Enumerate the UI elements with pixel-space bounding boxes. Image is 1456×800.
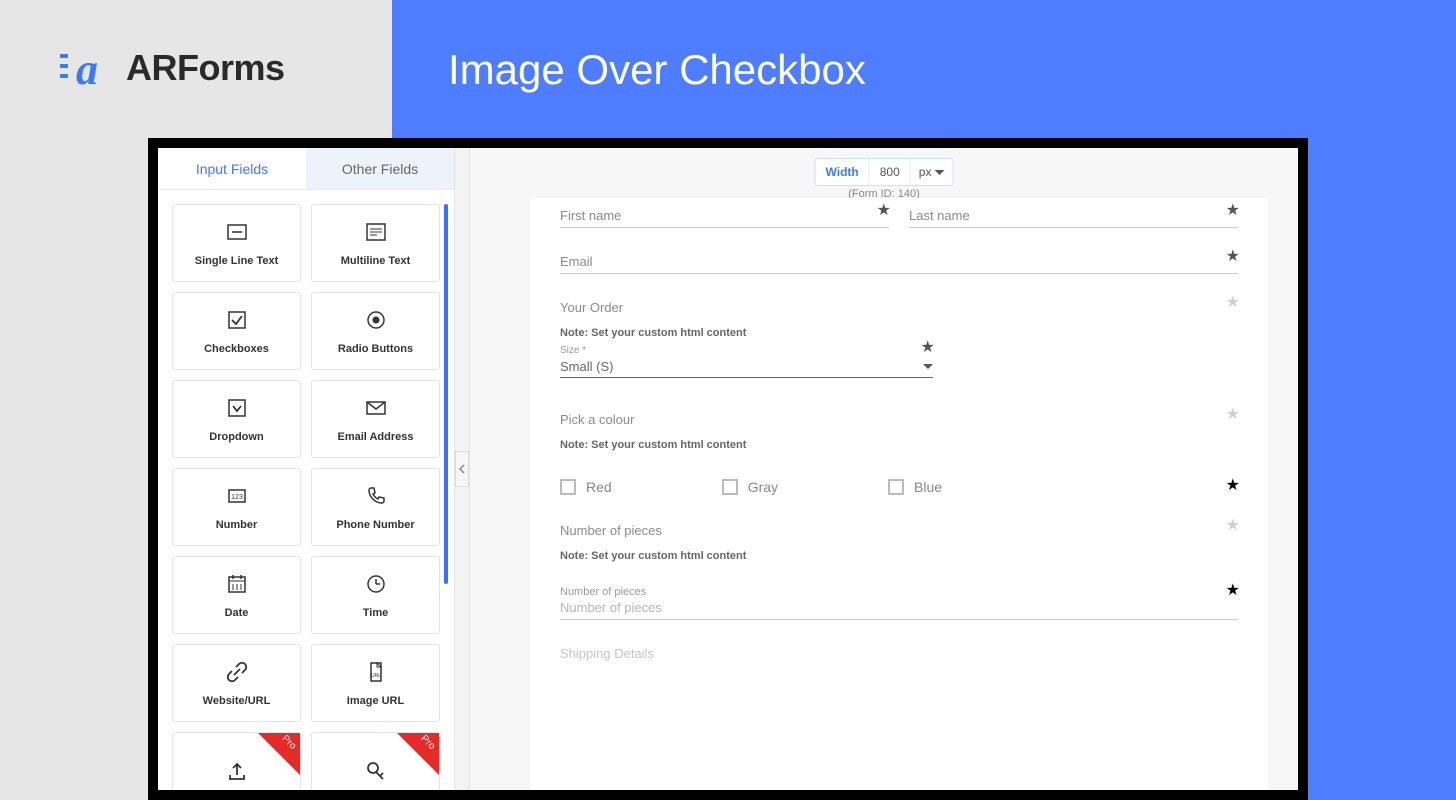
checkbox-blue[interactable]: Blue	[888, 479, 942, 495]
field-type-label: Single Line Text	[195, 255, 279, 267]
svg-text:123: 123	[231, 494, 243, 501]
pick-colour-heading[interactable]: Pick a colour ★	[560, 412, 1238, 427]
html-note: Note: Set your custom html content	[560, 550, 1238, 562]
upload-icon	[224, 758, 250, 784]
app-window: Input Fields Other Fields Single Line Te…	[148, 138, 1308, 800]
chevron-down-icon	[923, 364, 933, 369]
pro-badge	[397, 733, 439, 775]
form-preview: First name ★ Last name ★ Email ★ Your Or…	[530, 198, 1268, 790]
width-unit-select[interactable]: px	[911, 165, 953, 179]
radio-icon	[363, 307, 389, 333]
your-order-heading[interactable]: Your Order ★	[560, 300, 1238, 315]
tab-input-fields[interactable]: Input Fields	[158, 148, 306, 189]
shipping-heading[interactable]: Shipping Details	[560, 646, 1238, 661]
field-type-password[interactable]	[311, 732, 440, 790]
required-star: ★	[877, 200, 891, 220]
sidebar-tabs: Input Fields Other Fields	[158, 148, 454, 190]
singleline-icon	[224, 219, 250, 245]
field-type-number[interactable]: 123 Number	[172, 468, 301, 546]
field-type-checkbox[interactable]: Checkboxes	[172, 292, 301, 370]
date-icon	[224, 571, 250, 597]
required-star: ★	[1226, 404, 1240, 424]
phone-icon	[363, 483, 389, 509]
width-control[interactable]: Width 800 px	[815, 158, 954, 186]
url-icon	[224, 659, 250, 685]
password-icon	[363, 758, 389, 784]
checkbox-icon	[560, 479, 576, 495]
field-type-label: Radio Buttons	[338, 343, 413, 355]
field-type-imageurl[interactable]: URL Image URL	[311, 644, 440, 722]
field-type-singleline[interactable]: Single Line Text	[172, 204, 301, 282]
field-type-label: Date	[225, 607, 249, 619]
field-type-date[interactable]: Date	[172, 556, 301, 634]
field-type-phone[interactable]: Phone Number	[311, 468, 440, 546]
colour-checkbox-group: Red Gray Blue	[560, 479, 1238, 495]
html-note: Note: Set your custom html content	[560, 439, 1238, 451]
field-type-email[interactable]: Email Address	[311, 380, 440, 458]
number-pieces-field[interactable]: Number of pieces Number of pieces ★	[560, 586, 1238, 620]
width-value[interactable]: 800	[870, 159, 911, 185]
svg-text:URL: URL	[370, 673, 380, 679]
required-star: ★	[1226, 292, 1240, 312]
width-label: Width	[816, 159, 870, 185]
checkbox-red[interactable]: Red	[560, 479, 612, 495]
first-name-field[interactable]: First name ★	[560, 208, 889, 228]
required-star: ★	[921, 337, 935, 357]
pro-badge	[258, 733, 300, 775]
page-title: Image Over Checkbox	[448, 46, 866, 94]
logo-icon: a	[58, 40, 114, 96]
time-icon	[363, 571, 389, 597]
field-type-url[interactable]: Website/URL	[172, 644, 301, 722]
field-type-label: Phone Number	[336, 519, 414, 531]
field-type-upload[interactable]	[172, 732, 301, 790]
form-canvas: Width 800 px (Form ID: 140) First name ★…	[470, 148, 1298, 790]
field-sidebar: Input Fields Other Fields Single Line Te…	[158, 148, 454, 790]
imageurl-icon: URL	[363, 659, 389, 685]
checkbox-icon	[722, 479, 738, 495]
collapse-sidebar-button[interactable]	[454, 148, 470, 790]
email-icon	[363, 395, 389, 421]
field-type-label: Checkboxes	[204, 343, 269, 355]
last-name-field[interactable]: Last name ★	[909, 208, 1238, 228]
field-type-label: Time	[363, 607, 388, 619]
checkbox-gray[interactable]: Gray	[722, 479, 778, 495]
brand-logo: a ARForms	[58, 40, 285, 96]
dropdown-icon	[224, 395, 250, 421]
required-star: ★	[1226, 580, 1240, 600]
tab-other-fields[interactable]: Other Fields	[306, 148, 454, 189]
number-icon: 123	[224, 483, 250, 509]
field-type-label: Image URL	[347, 695, 404, 707]
field-type-label: Number	[216, 519, 258, 531]
chevron-down-icon	[934, 170, 944, 175]
field-type-label: Multiline Text	[341, 255, 410, 267]
email-field[interactable]: Email ★	[560, 254, 1238, 274]
field-type-dropdown[interactable]: Dropdown	[172, 380, 301, 458]
checkbox-icon	[888, 479, 904, 495]
field-type-radio[interactable]: Radio Buttons	[311, 292, 440, 370]
field-type-time[interactable]: Time	[311, 556, 440, 634]
size-dropdown[interactable]: Size * Small (S) ★	[560, 345, 933, 378]
chevron-left-icon	[455, 451, 469, 487]
field-type-label: Website/URL	[203, 695, 271, 707]
field-list[interactable]: Single Line Text Multiline Text Checkboxes…	[158, 190, 454, 790]
field-type-multiline[interactable]: Multiline Text	[311, 204, 440, 282]
required-star: ★	[1226, 515, 1240, 535]
svg-text:a: a	[76, 45, 98, 94]
field-type-label: Dropdown	[209, 431, 263, 443]
html-note: Note: Set your custom html content	[560, 327, 1238, 339]
required-star: ★	[1226, 200, 1240, 220]
multiline-icon	[363, 219, 389, 245]
field-type-label: Email Address	[337, 431, 413, 443]
required-star: ★	[1226, 246, 1240, 266]
number-pieces-heading[interactable]: Number of pieces ★	[560, 523, 1238, 538]
brand-name: ARForms	[126, 47, 285, 89]
checkbox-icon	[224, 307, 250, 333]
